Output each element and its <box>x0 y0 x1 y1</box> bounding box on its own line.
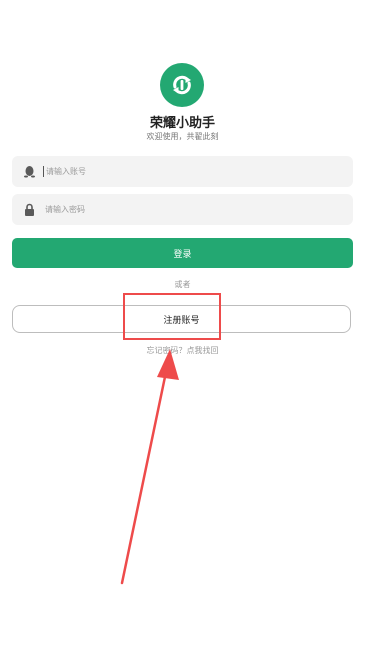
app-logo <box>160 63 204 107</box>
text-cursor <box>43 166 44 177</box>
forgot-password-link[interactable]: 忘记密码？点我找回 <box>0 345 365 356</box>
password-input[interactable] <box>45 205 305 214</box>
app-title: 荣耀小助手 <box>149 116 215 131</box>
refresh-logo-icon <box>173 75 191 95</box>
password-field[interactable] <box>12 194 353 225</box>
lock-icon <box>23 203 35 217</box>
account-input[interactable] <box>46 167 306 176</box>
qq-penguin-icon <box>23 165 35 179</box>
or-separator: 或者 <box>174 280 191 289</box>
register-button[interactable]: 注册账号 <box>12 305 351 333</box>
app-tagline: 欢迎使用，共翟此刻 <box>146 132 219 141</box>
login-button[interactable]: 登录 <box>12 238 353 268</box>
account-field[interactable] <box>12 156 353 187</box>
